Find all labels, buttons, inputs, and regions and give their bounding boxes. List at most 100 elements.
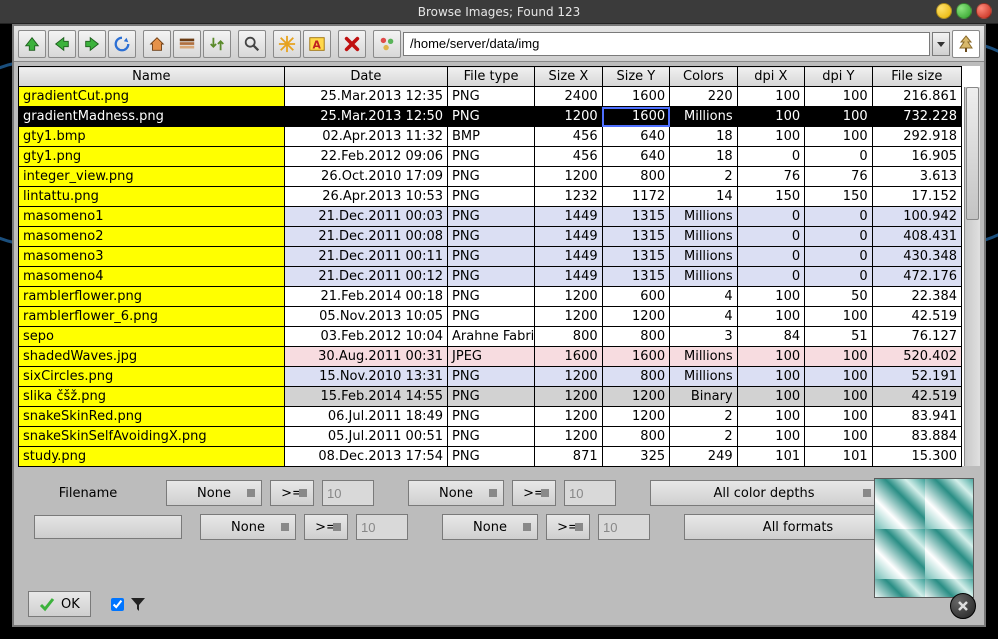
filter2-field-combo[interactable]: None [408, 480, 504, 506]
table-cell: 25.Mar.2013 12:35 [284, 87, 447, 107]
column-header[interactable]: File size [872, 67, 961, 87]
table-cell: 26.Oct.2010 17:09 [284, 167, 447, 187]
column-header[interactable]: Size X [535, 67, 603, 87]
home-button[interactable] [143, 30, 171, 58]
filter2-op-combo[interactable]: >= [512, 480, 556, 506]
table-row[interactable]: integer_view.png26.Oct.2010 17:09PNG1200… [19, 167, 962, 187]
filter1-op-combo[interactable]: >= [270, 480, 314, 506]
path-dropdown[interactable] [932, 32, 950, 56]
table-cell: 1232 [535, 187, 603, 207]
table-cell: 0 [805, 227, 873, 247]
table-cell: PNG [448, 307, 535, 327]
filter-toggle[interactable] [111, 596, 146, 612]
table-row[interactable]: study.png08.Dec.2013 17:54PNG87132524910… [19, 447, 962, 467]
table-cell: 42.519 [872, 387, 961, 407]
starburst-button[interactable] [273, 30, 301, 58]
table-cell: 18 [670, 127, 738, 147]
filter1-value[interactable] [322, 480, 374, 506]
close-round-button[interactable] [950, 593, 976, 619]
table-cell: PNG [448, 387, 535, 407]
sort-button[interactable] [203, 30, 231, 58]
table-row[interactable]: masomeno321.Dec.2011 00:11PNG14491315Mil… [19, 247, 962, 267]
table-cell: 2400 [535, 87, 603, 107]
column-header[interactable]: File type [448, 67, 535, 87]
column-header[interactable]: dpi Y [805, 67, 873, 87]
table-row[interactable]: gradientCut.png25.Mar.2013 12:35PNG24001… [19, 87, 962, 107]
table-row[interactable]: gradientMadness.png25.Mar.2013 12:50PNG1… [19, 107, 962, 127]
column-header[interactable]: Colors [670, 67, 738, 87]
effects-button[interactable] [373, 30, 401, 58]
table-row[interactable]: snakeSkinRed.png06.Jul.2011 18:49PNG1200… [19, 407, 962, 427]
filename-input[interactable] [34, 515, 182, 539]
table-cell: 640 [602, 147, 670, 167]
maximize-button[interactable] [956, 3, 972, 19]
table-row[interactable]: sixCircles.png15.Nov.2010 13:31PNG120080… [19, 367, 962, 387]
filter4-field-combo[interactable]: None [442, 514, 538, 540]
vertical-scrollbar[interactable] [964, 87, 980, 466]
color-depth-combo[interactable]: All color depths [650, 480, 878, 506]
filter-checkbox[interactable] [111, 598, 124, 611]
table-cell: 100 [737, 107, 805, 127]
table-cell: 2 [670, 167, 738, 187]
filter3-field-combo[interactable]: None [200, 514, 296, 540]
palette-button[interactable] [173, 30, 201, 58]
zoom-button[interactable] [238, 30, 266, 58]
scrollbar-thumb[interactable] [966, 87, 979, 220]
filter4-value[interactable] [598, 514, 650, 540]
table-cell: 21.Dec.2011 00:03 [284, 207, 447, 227]
table-cell: 26.Apr.2013 10:53 [284, 187, 447, 207]
table-row[interactable]: slika čšž.png15.Feb.2014 14:55PNG1200120… [19, 387, 962, 407]
filter2-value[interactable] [564, 480, 616, 506]
filter3-op-combo[interactable]: >= [304, 514, 348, 540]
table-row[interactable]: masomeno221.Dec.2011 00:08PNG14491315Mil… [19, 227, 962, 247]
table-row[interactable]: masomeno421.Dec.2011 00:12PNG14491315Mil… [19, 267, 962, 287]
back-button[interactable] [48, 30, 76, 58]
column-header[interactable]: Date [284, 67, 447, 87]
delete-button[interactable] [338, 30, 366, 58]
column-header[interactable]: Name [19, 67, 285, 87]
ok-button[interactable]: OK [28, 591, 91, 617]
table-cell: 456 [535, 147, 603, 167]
table-cell: gty1.png [19, 147, 285, 167]
table-cell: 732.228 [872, 107, 961, 127]
text-color-button[interactable]: A [303, 30, 331, 58]
up-button[interactable] [18, 30, 46, 58]
table-row[interactable]: gty1.bmp02.Apr.2013 11:32BMP456640181001… [19, 127, 962, 147]
table-cell: 3.613 [872, 167, 961, 187]
filter4-op-combo[interactable]: >= [546, 514, 590, 540]
table-cell: 0 [737, 247, 805, 267]
table-row[interactable]: gty1.png22.Feb.2012 09:06PNG456640180016… [19, 147, 962, 167]
table-cell: PNG [448, 367, 535, 387]
table-row[interactable]: ramblerflower.png21.Feb.2014 00:18PNG120… [19, 287, 962, 307]
table-cell: 83.884 [872, 427, 961, 447]
close-button[interactable] [976, 3, 992, 19]
minimize-button[interactable] [936, 3, 952, 19]
path-input[interactable] [403, 32, 930, 56]
table-cell: 02.Apr.2013 11:32 [284, 127, 447, 147]
forward-button[interactable] [78, 30, 106, 58]
table-row[interactable]: snakeSkinSelfAvoidingX.png05.Jul.2011 00… [19, 427, 962, 447]
table-cell: 0 [805, 247, 873, 267]
table-cell: 800 [535, 327, 603, 347]
table-row[interactable]: masomeno121.Dec.2011 00:03PNG14491315Mil… [19, 207, 962, 227]
table-cell: PNG [448, 447, 535, 467]
table-row[interactable]: sepo03.Feb.2012 10:04Arahne Fabric800800… [19, 327, 962, 347]
table-cell: 100 [737, 427, 805, 447]
tree-button[interactable] [952, 30, 980, 58]
table-cell: 100 [737, 287, 805, 307]
table-cell: Millions [670, 367, 738, 387]
column-header[interactable]: dpi X [737, 67, 805, 87]
table-cell: 100 [805, 387, 873, 407]
refresh-button[interactable] [108, 30, 136, 58]
table-row[interactable]: shadedWaves.jpg30.Aug.2011 00:31JPEG1600… [19, 347, 962, 367]
table-row[interactable]: lintattu.png26.Apr.2013 10:53PNG12321172… [19, 187, 962, 207]
table-cell: 3 [670, 327, 738, 347]
column-header[interactable]: Size Y [602, 67, 670, 87]
table-cell: 76 [737, 167, 805, 187]
table-row[interactable]: ramblerflower_6.png05.Nov.2013 10:05PNG1… [19, 307, 962, 327]
table-cell: 100 [805, 307, 873, 327]
table-cell: 05.Jul.2011 00:51 [284, 427, 447, 447]
filter3-value[interactable] [356, 514, 408, 540]
svg-text:A: A [313, 38, 322, 51]
filter1-field-combo[interactable]: None [166, 480, 262, 506]
